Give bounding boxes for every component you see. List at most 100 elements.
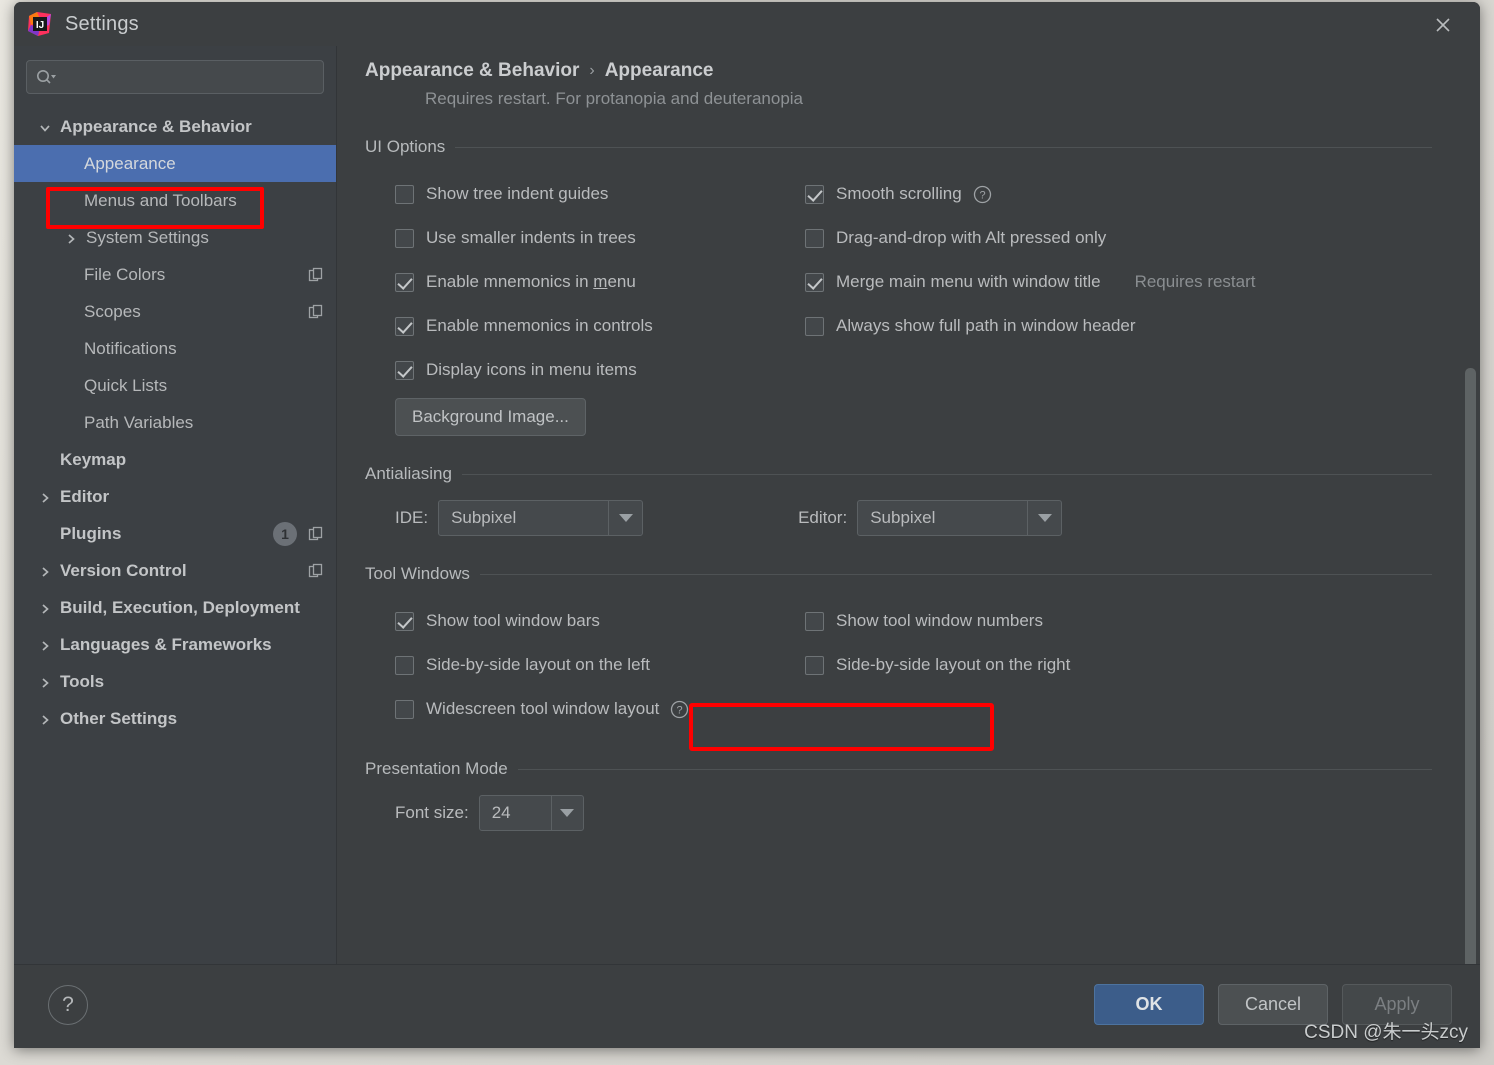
checkbox-box[interactable] [805, 228, 824, 248]
sidebar-item-label: Quick Lists [84, 375, 168, 395]
copy-icon [308, 526, 324, 542]
watermark-text: CSDN @朱一头zcy [1304, 1022, 1468, 1043]
font-size-label: Font size: [395, 803, 469, 822]
sidebar-item-label: Path Variables [84, 412, 194, 432]
sidebar-item-quick-lists[interactable]: Quick Lists [14, 367, 336, 404]
chevron-down-icon[interactable] [550, 796, 583, 830]
font-size-select[interactable]: 24 [478, 795, 584, 831]
checkbox-box[interactable] [805, 316, 824, 336]
content-inner: Appearance & Behavior › Appearance Requi… [337, 60, 1480, 831]
settings-tree: Appearance & Behavior Appearance Menus a… [14, 104, 336, 737]
help-icon[interactable]: ? [973, 185, 992, 204]
section-divider [461, 473, 1432, 475]
close-icon[interactable] [1428, 10, 1458, 40]
checkbox-box[interactable] [395, 655, 414, 675]
checkbox-drag-and-drop-with-alt-pressed-only[interactable]: Drag-and-drop with Alt pressed only [805, 216, 1432, 260]
checkbox-label: Side-by-side layout on the right [836, 655, 1071, 674]
settings-dialog: IJ Settings Appearance & Behavior Appear… [14, 2, 1480, 1048]
sidebar-item-label: Plugins [60, 523, 122, 543]
section-title: Presentation Mode [365, 759, 508, 778]
checkbox-side-by-side-layout-on-the-left[interactable]: Side-by-side layout on the left [365, 643, 785, 687]
checkbox-show-tree-indent-guides[interactable]: Show tree indent guides [365, 172, 785, 216]
sidebar-item-build-execution-deployment[interactable]: Build, Execution, Deployment [14, 589, 336, 626]
chevron-down-icon[interactable] [608, 501, 642, 535]
checkbox-label: Drag-and-drop with Alt pressed only [836, 228, 1107, 247]
sidebar-item-label: Keymap [60, 449, 127, 469]
sidebar-item-label: Languages & Frameworks [60, 634, 272, 654]
sidebar-item-file-colors[interactable]: File Colors [14, 256, 336, 293]
checkbox-box[interactable] [805, 272, 824, 292]
checkbox-display-icons-in-menu-items[interactable]: Display icons in menu items [365, 348, 785, 392]
search-icon [35, 68, 57, 86]
checkbox-label: Enable mnemonics in menu [426, 272, 636, 291]
checkbox-box[interactable] [395, 272, 414, 292]
tool-windows-right-column: Show tool window numbers Side-by-side la… [805, 599, 1432, 731]
checkbox-box[interactable] [395, 316, 414, 336]
scrollbar-thumb[interactable] [1465, 368, 1476, 964]
section-divider [455, 146, 1432, 148]
checkbox-box[interactable] [395, 699, 414, 719]
sidebar-item-keymap[interactable]: Keymap [14, 441, 336, 478]
sidebar-item-label: System Settings [86, 227, 209, 247]
requires-restart-note: Requires restart [1134, 272, 1256, 291]
checkbox-show-tool-window-bars[interactable]: Show tool window bars [365, 599, 785, 643]
section-title: UI Options [365, 137, 446, 156]
checkbox-box[interactable] [395, 184, 414, 204]
help-button[interactable]: ? [48, 985, 88, 1025]
svg-text:IJ: IJ [36, 20, 44, 31]
sidebar-item-tools[interactable]: Tools [14, 663, 336, 700]
breadcrumb-parent[interactable]: Appearance & Behavior [365, 60, 579, 82]
editor-antialiasing-select[interactable]: Subpixel [857, 500, 1063, 536]
checkbox-enable-mnemonics-in-menu[interactable]: Enable mnemonics in menu [365, 260, 785, 304]
ide-antialiasing-select[interactable]: Subpixel [438, 500, 644, 536]
sidebar-item-other-settings[interactable]: Other Settings [14, 700, 336, 737]
row-icons [308, 552, 324, 589]
checkbox-enable-mnemonics-in-controls[interactable]: Enable mnemonics in controls [365, 304, 785, 348]
checkbox-smooth-scrolling[interactable]: Smooth scrolling ? [805, 172, 1432, 216]
chevron-right-icon [64, 231, 78, 245]
sidebar-item-version-control[interactable]: Version Control [14, 552, 336, 589]
section-title: Antialiasing [365, 464, 452, 483]
content-scrollbar[interactable] [1465, 46, 1476, 964]
sidebar-item-editor[interactable]: Editor [14, 478, 336, 515]
checkbox-widescreen-tool-window-layout[interactable]: Widescreen tool window layout ? [365, 687, 785, 731]
sidebar-item-menus-and-toolbars[interactable]: Menus and Toolbars [14, 182, 336, 219]
checkbox-box[interactable] [395, 360, 414, 380]
sidebar-item-languages-and-frameworks[interactable]: Languages & Frameworks [14, 626, 336, 663]
checkbox-box[interactable] [805, 655, 824, 675]
checkbox-box[interactable] [395, 228, 414, 248]
checkbox-box[interactable] [805, 611, 824, 631]
breadcrumb: Appearance & Behavior › Appearance [365, 60, 1432, 82]
section-divider [479, 573, 1432, 575]
checkbox-show-tool-window-numbers[interactable]: Show tool window numbers [805, 599, 1432, 643]
checkbox-box[interactable] [805, 184, 824, 204]
ok-button[interactable]: OK [1094, 984, 1204, 1025]
sidebar-item-path-variables[interactable]: Path Variables [14, 404, 336, 441]
sidebar-item-label: Build, Execution, Deployment [60, 597, 300, 617]
sidebar-item-appearance[interactable]: Appearance [14, 145, 336, 182]
search-box[interactable] [26, 60, 324, 94]
help-icon[interactable]: ? [670, 700, 689, 719]
background-image-button[interactable]: Background Image... [395, 398, 586, 436]
window-title: Settings [65, 12, 139, 35]
sidebar-item-plugins[interactable]: Plugins 1 [14, 515, 336, 552]
antialiasing-row: IDE: Subpixel Editor: Subpixel [395, 500, 1432, 536]
chevron-down-icon [38, 120, 52, 134]
checkbox-always-show-full-path-in-window-header[interactable]: Always show full path in window header [805, 304, 1432, 348]
checkbox-side-by-side-layout-on-the-right[interactable]: Side-by-side layout on the right [805, 643, 1432, 687]
sidebar-item-notifications[interactable]: Notifications [14, 330, 336, 367]
search-input[interactable] [57, 67, 315, 87]
settings-content-panel: Appearance & Behavior › Appearance Requi… [337, 46, 1480, 964]
row-icons [308, 256, 324, 293]
checkbox-box[interactable] [395, 611, 414, 631]
breadcrumb-separator-icon: › [589, 62, 595, 79]
chevron-down-icon[interactable] [1027, 501, 1061, 535]
sidebar-item-scopes[interactable]: Scopes [14, 293, 336, 330]
svg-text:?: ? [677, 704, 683, 716]
sidebar-item-system-settings[interactable]: System Settings [14, 219, 336, 256]
checkbox-merge-main-menu-with-window-title[interactable]: Merge main menu with window title Requir… [805, 260, 1432, 304]
ui-options-left-column: Show tree indent guides Use smaller inde… [365, 172, 785, 392]
checkbox-use-smaller-indents-in-trees[interactable]: Use smaller indents in trees [365, 216, 785, 260]
editor-antialiasing-label: Editor: [798, 508, 848, 527]
sidebar-item-appearance-and-behavior[interactable]: Appearance & Behavior [14, 108, 336, 145]
